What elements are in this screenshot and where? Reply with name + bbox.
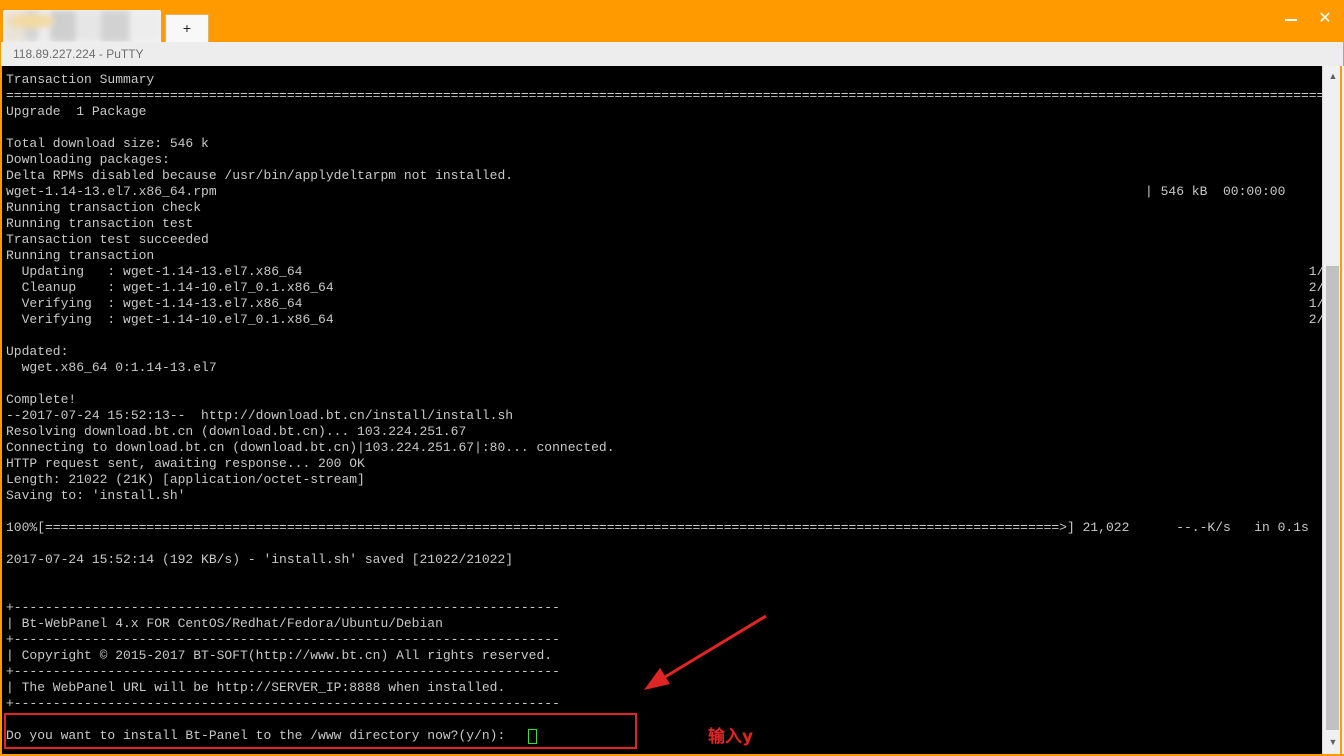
terminal-line: +---------------------------------------… bbox=[6, 600, 560, 615]
terminal-line: | Copyright © 2015-2017 BT-SOFT(http://w… bbox=[6, 648, 553, 663]
terminal-line: +---------------------------------------… bbox=[6, 696, 560, 711]
tab-favicon bbox=[9, 14, 55, 28]
terminal-line: Resolving download.bt.cn (download.bt.cn… bbox=[6, 424, 467, 439]
terminal-line: Running transaction check bbox=[6, 200, 202, 215]
terminal-line: | The WebPanel URL will be http://SERVER… bbox=[6, 680, 506, 695]
terminal-line: Running transaction test bbox=[6, 216, 194, 231]
annotation-highlight-box bbox=[4, 713, 637, 749]
terminal-line: +---------------------------------------… bbox=[6, 664, 560, 679]
terminal-line: Updating : wget-1.14-13.el7.x86_64 1/2 bbox=[6, 264, 1322, 279]
terminal-line: Upgrade 1 Package bbox=[6, 104, 147, 119]
terminal-line: Running transaction bbox=[6, 248, 155, 263]
terminal-line: HTTP request sent, awaiting response... … bbox=[6, 456, 365, 471]
scrollbar-thumb[interactable] bbox=[1326, 266, 1339, 730]
scroll-up-arrow-icon[interactable]: ▲ bbox=[1327, 70, 1339, 82]
annotation-arrow-icon bbox=[644, 614, 767, 690]
terminal-line: wget-1.14-13.el7.x86_64.rpm | 546 kB 00:… bbox=[6, 184, 1286, 199]
terminal-line: Length: 21022 (21K) [application/octet-s… bbox=[6, 472, 365, 487]
terminal-line: Updated: bbox=[6, 344, 69, 359]
terminal-line: Verifying : wget-1.14-13.el7.x86_64 1/2 bbox=[6, 296, 1322, 311]
terminal-line: ========================================… bbox=[6, 88, 1322, 103]
window-title-bar: + ✕ bbox=[0, 0, 1344, 42]
terminal-line: wget.x86_64 0:1.14-13.el7 bbox=[6, 360, 217, 375]
terminal-line: +---------------------------------------… bbox=[6, 632, 560, 647]
terminal-line: 2017-07-24 15:52:14 (192 KB/s) - 'instal… bbox=[6, 552, 514, 567]
scroll-down-arrow-icon[interactable]: ▼ bbox=[1327, 736, 1339, 748]
terminal-line: Verifying : wget-1.14-10.el7_0.1.x86_64 … bbox=[6, 312, 1322, 327]
terminal-line: Total download size: 546 k bbox=[6, 136, 209, 151]
terminal-line: Cleanup : wget-1.14-10.el7_0.1.x86_64 2/… bbox=[6, 280, 1322, 295]
terminal-line: --2017-07-24 15:52:13-- http://download.… bbox=[6, 408, 514, 423]
putty-title-strip: 118.89.227.224 - PuTTY bbox=[0, 42, 1344, 66]
annotation-label: 输入y bbox=[708, 727, 754, 747]
browser-tab[interactable] bbox=[3, 10, 161, 42]
terminal-line: Transaction test succeeded bbox=[6, 232, 209, 247]
terminal-line: | Bt-WebPanel 4.x FOR CentOS/Redhat/Fedo… bbox=[6, 616, 443, 631]
terminal-line: Delta RPMs disabled because /usr/bin/app… bbox=[6, 168, 514, 183]
vertical-scrollbar[interactable]: ▲ ▼ bbox=[1322, 66, 1342, 754]
terminal-line: Connecting to download.bt.cn (download.b… bbox=[6, 440, 615, 455]
window-title: 118.89.227.224 - PuTTY bbox=[13, 47, 144, 61]
terminal-line: Downloading packages: bbox=[6, 152, 170, 167]
terminal-line: Complete! bbox=[6, 392, 77, 407]
close-button[interactable]: ✕ bbox=[1310, 6, 1340, 32]
new-tab-button[interactable]: + bbox=[165, 14, 209, 42]
minimize-button[interactable] bbox=[1276, 6, 1306, 32]
terminal-line: 100%[===================================… bbox=[6, 520, 1309, 535]
terminal-line: Saving to: 'install.sh' bbox=[6, 488, 186, 503]
terminal-line: Transaction Summary bbox=[6, 72, 155, 87]
